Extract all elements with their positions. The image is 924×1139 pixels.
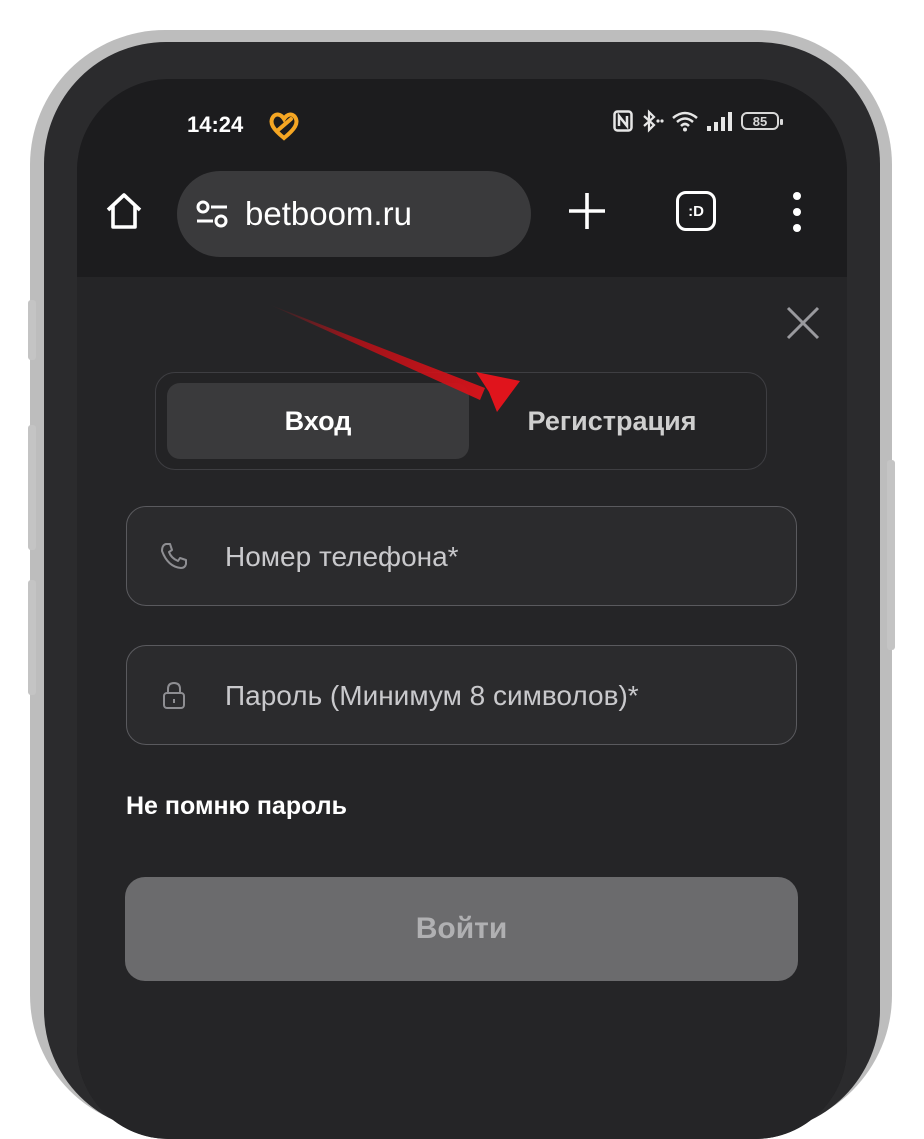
new-tab-icon[interactable]: [565, 189, 609, 233]
more-menu-icon[interactable]: [787, 189, 807, 235]
close-icon[interactable]: [785, 305, 821, 341]
battery-icon: 85: [741, 112, 783, 130]
home-icon[interactable]: [103, 190, 145, 232]
phone-field[interactable]: [126, 506, 797, 607]
phone-side-button-left: [28, 300, 36, 360]
phone-screen: 14:24 85 betboom.ru:D Вход Регистрация …: [77, 79, 847, 1139]
address-bar[interactable]: betboom.ru: [177, 171, 531, 257]
status-time: 14:24: [187, 112, 244, 137]
bluetooth-icon: [643, 109, 664, 133]
phone-icon: [161, 543, 187, 569]
auth-modal: Вход Регистрация Не помню пароль Войти: [77, 277, 847, 1139]
tab-switcher-label: :D: [688, 202, 704, 220]
browser-toolbar: betboom.ru :D: [77, 169, 847, 277]
phone-input[interactable]: [223, 507, 787, 607]
url-text: betboom.ru: [245, 195, 412, 232]
site-settings-icon[interactable]: [195, 199, 229, 229]
status-bar: 14:24 85: [77, 79, 847, 169]
phone-side-button-right: [887, 460, 895, 650]
auth-tabs: Вход Регистрация: [155, 372, 767, 470]
tab-register[interactable]: Регистрация: [469, 383, 755, 459]
heart-notification-icon: [269, 112, 299, 141]
battery-level: 85: [752, 113, 768, 129]
lock-icon: [163, 681, 185, 709]
wifi-icon: [672, 111, 698, 132]
phone-side-button-left: [28, 580, 36, 695]
password-input[interactable]: [223, 646, 787, 746]
tab-switcher-button[interactable]: :D: [676, 191, 716, 231]
tab-login[interactable]: Вход: [167, 383, 469, 459]
nfc-icon: [613, 110, 633, 132]
password-field[interactable]: [126, 645, 797, 746]
status-icons: 85: [613, 109, 783, 133]
phone-side-button-left: [28, 425, 36, 550]
login-submit-button[interactable]: Войти: [125, 877, 798, 981]
forgot-password-link[interactable]: Не помню пароль: [126, 792, 347, 821]
signal-icon: [707, 112, 732, 131]
